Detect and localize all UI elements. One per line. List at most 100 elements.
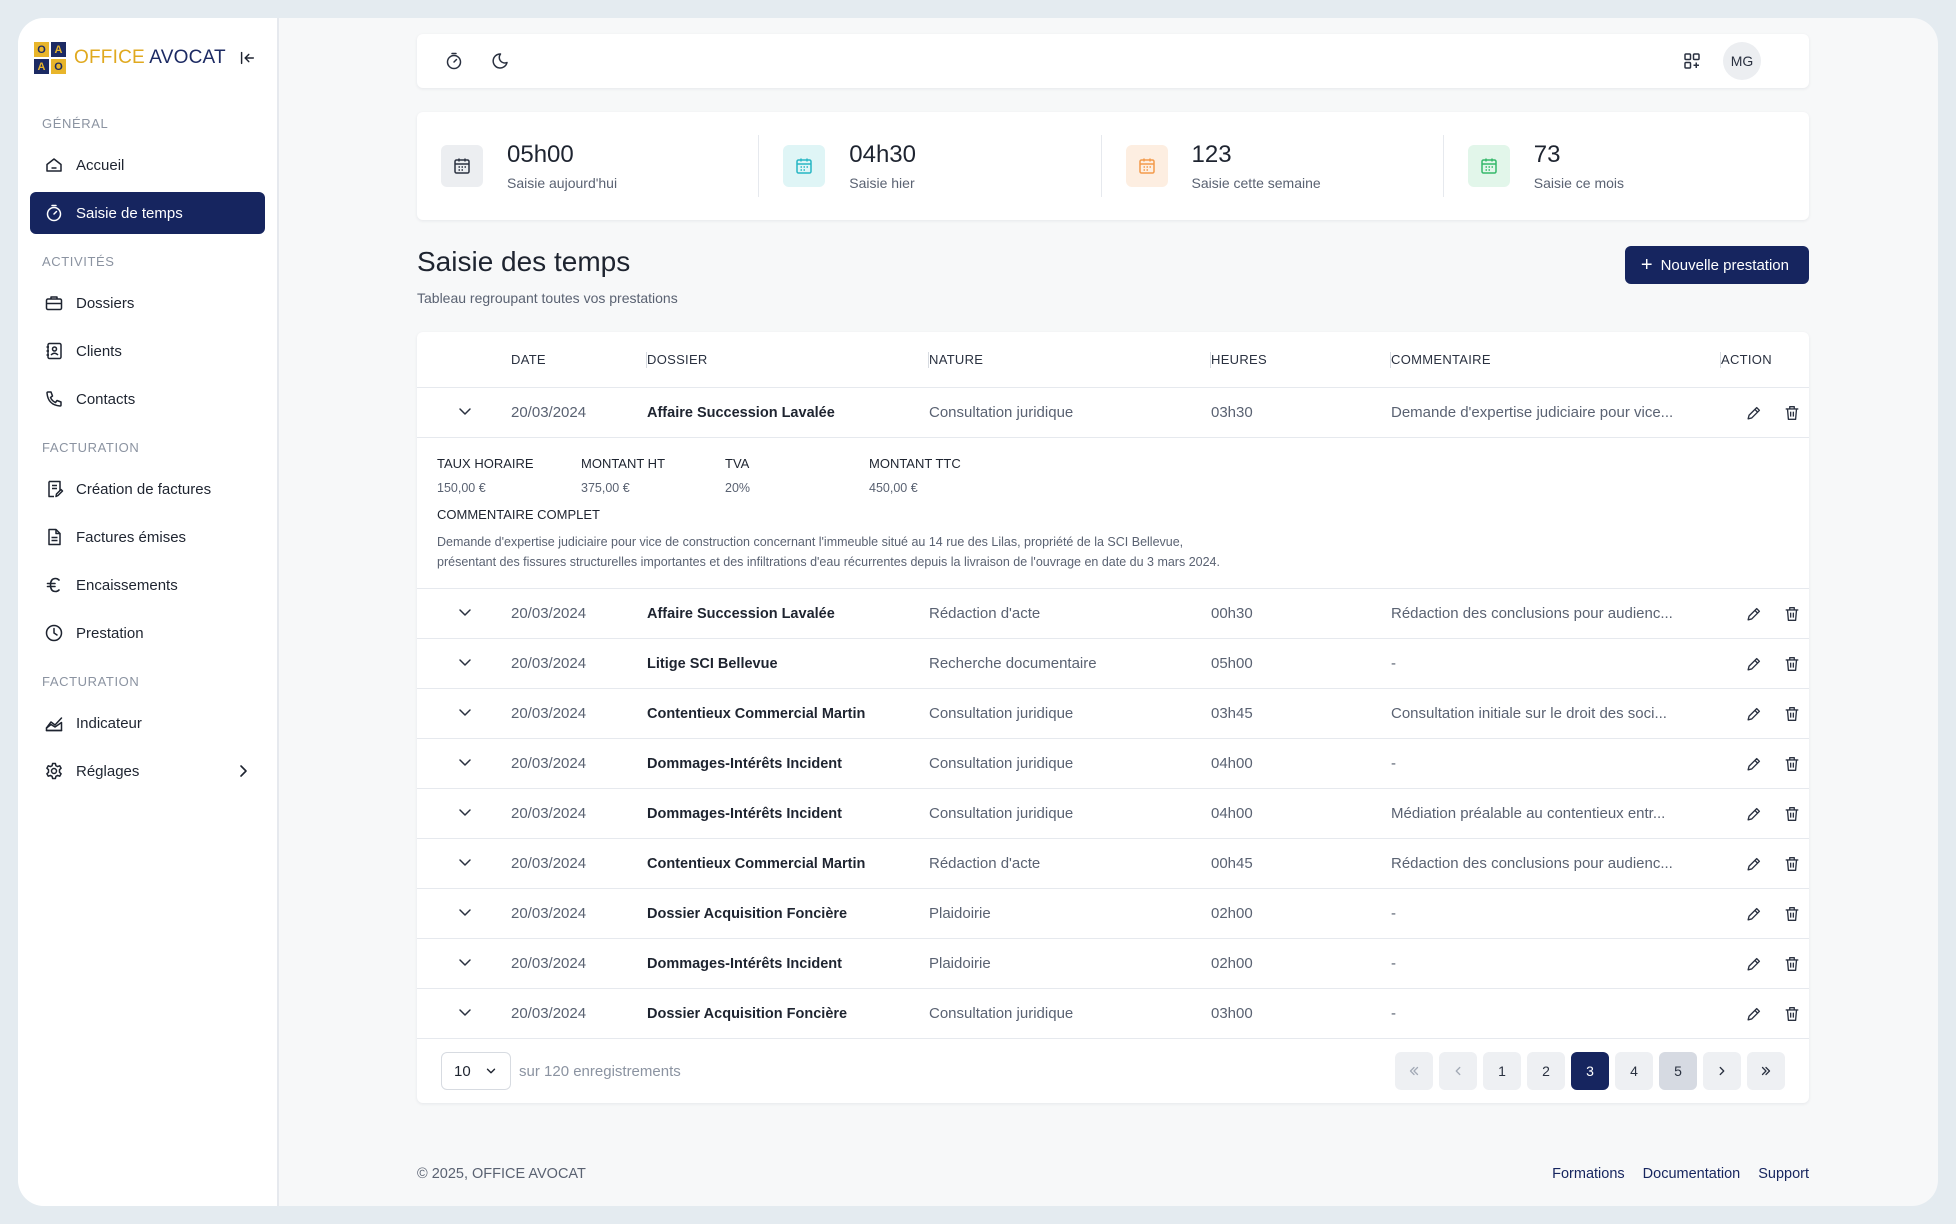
col-nature[interactable]: NATURE <box>929 332 1211 387</box>
col-commentaire[interactable]: COMMENTAIRE <box>1391 332 1721 387</box>
row-actions <box>1721 803 1809 825</box>
chevron-down-icon[interactable] <box>455 952 475 972</box>
chevron-down-icon[interactable] <box>455 652 475 672</box>
footer-link-documentation[interactable]: Documentation <box>1643 1166 1741 1182</box>
trash-icon[interactable] <box>1781 953 1803 975</box>
table-row[interactable]: 20/03/2024 Dommages-Intérêts Incident Cons… <box>417 789 1809 839</box>
table-row[interactable]: 20/03/2024 Litige SCI Bellevue Recherche d… <box>417 639 1809 689</box>
cell-date: 20/03/2024 <box>511 755 587 772</box>
row-actions <box>1721 653 1809 675</box>
sidebar-item-prestation[interactable]: Prestation <box>30 612 265 654</box>
last-page-button[interactable] <box>1747 1052 1785 1090</box>
footer-link-support[interactable]: Support <box>1758 1166 1809 1182</box>
sidebar-item-encaissements[interactable]: Encaissements <box>30 564 265 606</box>
document-icon <box>48 528 61 546</box>
collapse-sidebar-icon[interactable] <box>236 47 258 69</box>
sidebar-item-accueil[interactable]: Accueil <box>30 144 265 186</box>
chevron-down-icon[interactable] <box>455 401 475 421</box>
cell-heures: 02h00 <box>1211 955 1253 972</box>
trash-icon[interactable] <box>1781 1003 1803 1025</box>
trash-icon[interactable] <box>1781 603 1803 625</box>
edit-icon[interactable] <box>1743 903 1765 925</box>
trash-icon[interactable] <box>1781 803 1803 825</box>
chevron-right-icon <box>1719 1066 1725 1076</box>
moon-icon[interactable] <box>483 44 517 78</box>
sidebar-item-saisie-de-temps[interactable]: Saisie de temps <box>30 192 265 234</box>
edit-icon[interactable] <box>1743 803 1765 825</box>
trash-icon[interactable] <box>1781 703 1803 725</box>
footer-link-formations[interactable]: Formations <box>1552 1166 1625 1182</box>
table-row[interactable]: 20/03/2024 Dommages-Intérêts Incident Cons… <box>417 739 1809 789</box>
edit-icon[interactable] <box>1743 1003 1765 1025</box>
table-row[interactable]: 20/03/2024 Dossier Acquisition Foncière Co… <box>417 989 1809 1039</box>
table-row[interactable]: 20/03/2024 Contentieux Commercial Martin C… <box>417 689 1809 739</box>
table-row[interactable]: 20/03/2024 Affaire Succession Lavalée Co… <box>417 388 1809 438</box>
edit-icon[interactable] <box>1743 753 1765 775</box>
detail-value: 450,00 € <box>869 481 918 495</box>
briefcase-icon <box>45 296 63 311</box>
prev-page-button[interactable] <box>1439 1052 1477 1090</box>
sidebar-item-dossiers[interactable]: Dossiers <box>30 282 265 324</box>
nav-section-general: GÉNÉRAL Accueil Saisie de temps <box>30 116 265 234</box>
brand-name: OFFICE AVOCAT <box>74 47 226 68</box>
detail-label: MONTANT TTC <box>869 456 961 471</box>
cell-nature: Consultation juridique <box>929 404 1074 421</box>
apps-icon[interactable] <box>1675 44 1709 78</box>
edit-icon[interactable] <box>1743 953 1765 975</box>
cell-dossier: Affaire Succession Lavalée <box>647 404 835 421</box>
sidebar-item-reglages[interactable]: Réglages <box>30 750 265 792</box>
detail-value: 20% <box>725 481 751 495</box>
col-date[interactable]: DATE <box>511 332 647 387</box>
trash-icon[interactable] <box>1781 753 1803 775</box>
edit-icon[interactable] <box>1743 703 1765 725</box>
trash-icon[interactable] <box>1781 903 1803 925</box>
detail-comment-text: Demande d'expertise judiciaire pour vice… <box>437 535 1220 569</box>
cell-commentaire: - <box>1391 655 1396 672</box>
col-dossier[interactable]: DOSSIER <box>647 332 929 387</box>
edit-icon[interactable] <box>1743 853 1765 875</box>
new-prestation-button[interactable]: + Nouvelle prestation <box>1624 246 1809 284</box>
chevron-down-icon[interactable] <box>455 902 475 922</box>
sidebar-item-contacts[interactable]: Contacts <box>30 378 265 420</box>
stat-label: Saisie ce mois <box>1533 175 1625 191</box>
page-2-button[interactable]: 2 <box>1527 1052 1565 1090</box>
sidebar-item-indicateur[interactable]: Indicateur <box>30 702 265 744</box>
next-page-button[interactable] <box>1703 1052 1741 1090</box>
trash-icon[interactable] <box>1781 653 1803 675</box>
table-row[interactable]: 20/03/2024 Dossier Acquisition Foncière Pl… <box>417 889 1809 939</box>
first-page-button[interactable] <box>1395 1052 1433 1090</box>
stopwatch-icon[interactable] <box>437 44 471 78</box>
stat-label: Saisie cette semaine <box>1191 175 1321 191</box>
table-row[interactable]: 20/03/2024 Dommages-Intérêts Incident Plai… <box>417 939 1809 989</box>
sidebar-item-clients[interactable]: Clients <box>30 330 265 372</box>
table-row[interactable]: 20/03/2024 Affaire Succession Lavalée Réda… <box>417 589 1809 639</box>
page-1-button[interactable]: 1 <box>1483 1052 1521 1090</box>
chevron-down-icon[interactable] <box>455 752 475 772</box>
chevron-down-icon[interactable] <box>455 602 475 622</box>
cell-heures: 03h00 <box>1211 1005 1253 1022</box>
cell-commentaire: - <box>1391 755 1396 772</box>
edit-icon[interactable] <box>1743 402 1765 424</box>
page-5-button[interactable]: 5 <box>1659 1052 1697 1090</box>
table-row[interactable]: 20/03/2024 Contentieux Commercial Martin R… <box>417 839 1809 889</box>
trash-icon[interactable] <box>1781 853 1803 875</box>
chevron-down-icon[interactable] <box>455 702 475 722</box>
avatar[interactable]: MG <box>1723 42 1761 80</box>
page-size-select[interactable]: 10 <box>441 1052 511 1090</box>
sidebar-item-factures-emises[interactable]: Factures émises <box>30 516 265 558</box>
stats-bar: 05h00 Saisie aujourd'hui 04h30 Saisie hi… <box>417 112 1809 220</box>
chevron-down-icon[interactable] <box>455 1002 475 1022</box>
page-4-button[interactable]: 4 <box>1615 1052 1653 1090</box>
edit-icon[interactable] <box>1743 653 1765 675</box>
page-3-button[interactable]: 3 <box>1571 1052 1609 1090</box>
sidebar-item-creation-factures[interactable]: Création de factures <box>30 468 265 510</box>
col-heures[interactable]: HEURES <box>1211 332 1391 387</box>
chevron-down-icon[interactable] <box>455 802 475 822</box>
trash-icon[interactable] <box>1781 402 1803 424</box>
cell-dossier: Litige SCI Bellevue <box>647 655 778 672</box>
edit-icon[interactable] <box>1743 603 1765 625</box>
cell-dossier: Contentieux Commercial Martin <box>647 855 866 872</box>
chevrons-left-icon <box>1409 1066 1419 1076</box>
sidebar-item-label: Contacts <box>76 390 136 408</box>
chevron-down-icon[interactable] <box>455 852 475 872</box>
